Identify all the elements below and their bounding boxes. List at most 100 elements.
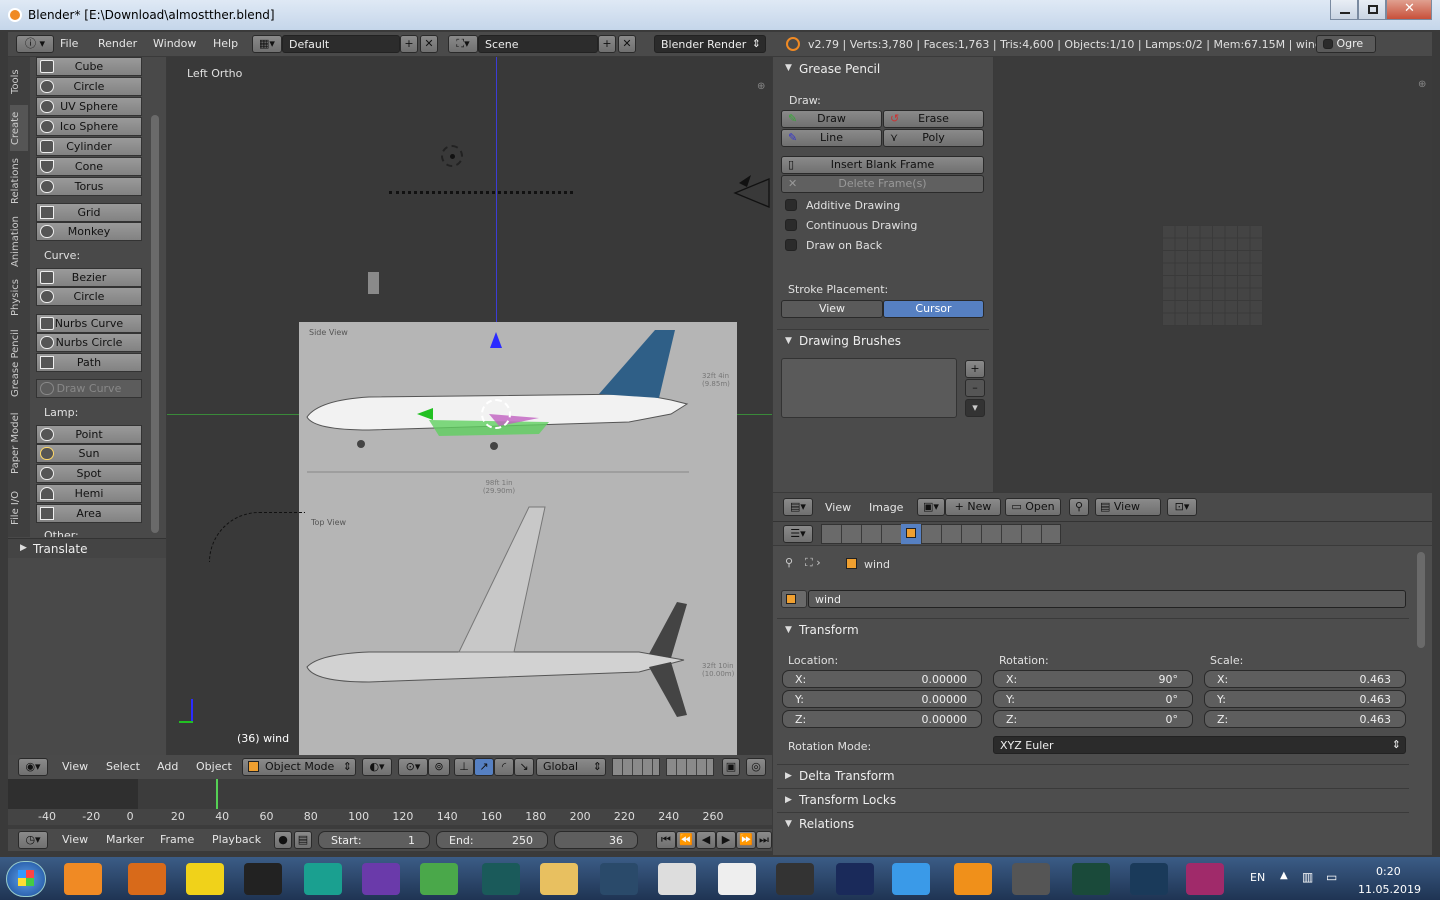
new-image-button[interactable]: + New — [945, 498, 1001, 516]
taskbar-visual-studio-icon[interactable] — [362, 863, 400, 895]
layout-selector-button[interactable]: ▦▾ — [252, 35, 282, 53]
taskbar-app-icon-14[interactable] — [836, 863, 874, 895]
lock-layers-button[interactable]: ▣ — [722, 758, 740, 776]
erase-button[interactable]: ↺ Erase — [883, 110, 984, 128]
empty-object-marker[interactable] — [368, 272, 379, 294]
tab-physics[interactable]: Physics — [10, 275, 28, 321]
editor-type-timeline-button[interactable]: ◷▾ — [18, 831, 48, 849]
continuous-drawing-checkbox[interactable] — [785, 219, 797, 231]
add-path-button[interactable]: Path — [36, 353, 142, 372]
3d-cursor-icon[interactable] — [481, 399, 511, 429]
image-pivot-dropdown[interactable]: ⊡▾ — [1167, 498, 1197, 516]
pin-image-button[interactable]: ⚲ — [1069, 498, 1089, 516]
menu-frame[interactable]: Frame — [160, 833, 194, 846]
end-frame-field[interactable]: End: 250 — [436, 831, 548, 849]
scale-y-field[interactable]: Y: 0.463 — [1204, 690, 1406, 708]
object-mode-dropdown[interactable]: Object Mode ⇕ — [242, 758, 356, 776]
add-sun-lamp-button[interactable]: Sun — [36, 444, 142, 463]
rotation-z-field[interactable]: Z: 0° — [993, 710, 1193, 728]
menu-view[interactable]: View — [62, 760, 88, 773]
jump-keyframe-back-button[interactable]: ⏪ — [676, 831, 696, 849]
taskbar-app-icon-3[interactable] — [186, 863, 224, 895]
translate-panel-header[interactable]: ▶ Translate — [8, 538, 166, 558]
clock-date[interactable]: 11.05.2019 — [1358, 883, 1421, 896]
current-frame-field[interactable]: 36 — [554, 831, 638, 849]
add-brush-button[interactable]: + — [965, 360, 985, 378]
grease-pencil-panel-header[interactable]: ▼ Grease Pencil — [777, 59, 989, 79]
play-button[interactable]: ▶ — [716, 831, 736, 849]
taskbar-app-icon-13[interactable] — [776, 863, 814, 895]
menu-timeline-view[interactable]: View — [62, 833, 88, 846]
location-x-field[interactable]: X: 0.00000 — [782, 670, 982, 688]
add-ico-sphere-button[interactable]: Ico Sphere — [36, 117, 142, 136]
render-preview-button[interactable]: ◎ — [746, 758, 766, 776]
rotation-y-field[interactable]: Y: 0° — [993, 690, 1193, 708]
add-hemi-lamp-button[interactable]: Hemi — [36, 484, 142, 503]
taskbar-steam-icon[interactable] — [1130, 863, 1168, 895]
editor-type-3dview-button[interactable]: ◉▾ — [18, 758, 48, 776]
lamp-object-icon[interactable] — [441, 145, 463, 167]
drawing-brushes-panel-header[interactable]: ▼ Drawing Brushes — [777, 329, 989, 349]
layer-buttons-2[interactable] — [666, 758, 714, 776]
transform-orientation-dropdown[interactable]: Global ⇕ — [536, 758, 606, 776]
menu-select[interactable]: Select — [106, 760, 140, 773]
taskbar-winrar-icon[interactable] — [1186, 863, 1224, 895]
delete-frames-button[interactable]: ✕ Delete Frame(s) — [781, 175, 984, 193]
add-point-lamp-button[interactable]: Point — [36, 425, 142, 444]
transform-panel-header[interactable]: ▼ Transform — [777, 618, 1409, 638]
tab-file-io[interactable]: File I/O — [10, 483, 28, 533]
properties-scrollbar[interactable] — [1417, 552, 1425, 648]
add-area-lamp-button[interactable]: Area — [36, 504, 142, 523]
tab-tools[interactable]: Tools — [10, 61, 28, 103]
taskbar-gta-icon[interactable] — [244, 863, 282, 895]
add-cube-button[interactable]: Cube — [36, 57, 142, 76]
object-datablock-selector[interactable] — [781, 590, 807, 608]
pin-context-icon[interactable]: ⚲ — [785, 556, 793, 569]
add-cylinder-button[interactable]: Cylinder — [36, 137, 142, 156]
add-torus-button[interactable]: Torus — [36, 177, 142, 196]
remove-scene-button[interactable]: ✕ — [618, 35, 636, 53]
jump-end-button[interactable]: ⏭ — [756, 831, 772, 849]
add-scene-button[interactable]: + — [598, 35, 616, 53]
close-button[interactable]: ✕ — [1386, 0, 1432, 20]
location-y-field[interactable]: Y: 0.00000 — [782, 690, 982, 708]
keyboard-language-indicator[interactable]: EN — [1250, 871, 1265, 884]
add-curve-circle-button[interactable]: Circle — [36, 287, 142, 306]
image-editor-view[interactable]: ⊕ — [994, 57, 1432, 492]
tool-shelf-scrollbar[interactable] — [151, 115, 159, 533]
menu-playback[interactable]: Playback — [212, 833, 261, 846]
additive-drawing-checkbox[interactable] — [785, 199, 797, 211]
editor-type-image-button[interactable]: ▤▾ — [783, 498, 813, 516]
tab-create[interactable]: Create — [10, 105, 28, 151]
tab-relations[interactable]: Relations — [10, 153, 28, 209]
show-hidden-icons-arrow-icon[interactable]: ▲ — [1280, 870, 1288, 881]
brushes-list[interactable] — [781, 358, 957, 418]
camera-object-icon[interactable] — [733, 173, 773, 213]
add-nurbs-curve-button[interactable]: Nurbs Curve — [36, 314, 142, 333]
tab-paper-model[interactable]: Paper Model — [10, 405, 28, 481]
image-editor-plus-icon[interactable]: ⊕ — [1418, 79, 1428, 90]
transform-locks-panel-header[interactable]: ▶ Transform Locks — [777, 788, 1409, 810]
taskbar-3dsmax-icon[interactable] — [304, 863, 342, 895]
image-view-mode-dropdown[interactable]: ▤ View — [1095, 498, 1161, 516]
start-button[interactable] — [6, 861, 46, 897]
viewport-shading-dropdown[interactable]: ◐▾ — [362, 758, 392, 776]
brush-specials-button[interactable]: ▾ — [965, 399, 985, 417]
clock-time[interactable]: 0:20 — [1376, 865, 1401, 878]
add-bezier-button[interactable]: Bezier — [36, 268, 142, 287]
open-image-button[interactable]: ▭ Open — [1005, 498, 1061, 516]
proportional-edit-button[interactable]: ⊚ — [428, 758, 450, 776]
play-reverse-button[interactable]: ◀ — [696, 831, 716, 849]
poly-button[interactable]: ⋎ Poly — [883, 129, 984, 147]
taskbar-app-icon-16[interactable] — [954, 863, 992, 895]
tab-grease-pencil[interactable]: Grease Pencil — [10, 323, 28, 403]
remove-layout-button[interactable]: ✕ — [420, 35, 438, 53]
add-layout-button[interactable]: + — [400, 35, 418, 53]
location-z-field[interactable]: Z: 0.00000 — [782, 710, 982, 728]
add-uv-sphere-button[interactable]: UV Sphere — [36, 97, 142, 116]
taskbar-ie-icon[interactable] — [892, 863, 930, 895]
rotation-x-field[interactable]: X: 90° — [993, 670, 1193, 688]
browse-image-button[interactable]: ▣▾ — [917, 498, 945, 516]
layout-name-field[interactable]: Default — [282, 35, 400, 53]
maximize-button[interactable] — [1358, 0, 1386, 20]
